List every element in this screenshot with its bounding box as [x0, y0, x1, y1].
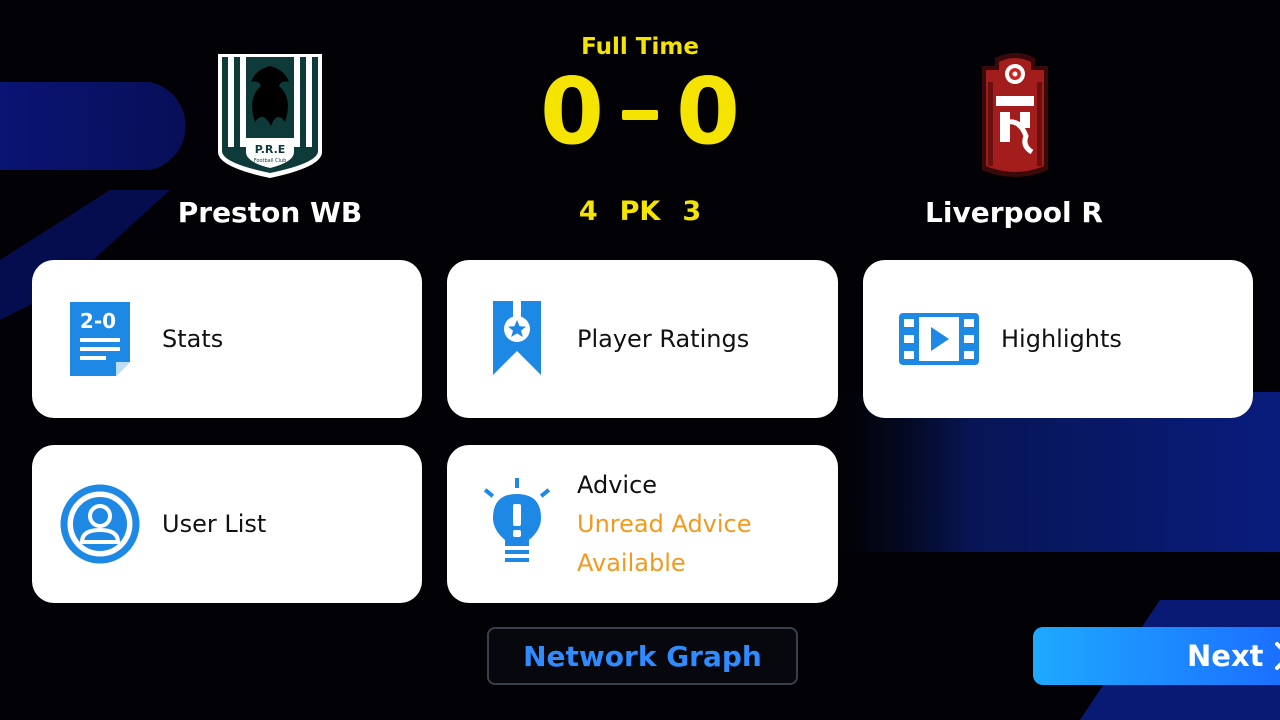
network-graph-button[interactable]: Network Graph [487, 627, 798, 685]
home-team-name: Preston WB [177, 196, 363, 229]
advice-status-line1: Unread Advice [577, 509, 752, 538]
scoreboard: 0 0 [490, 62, 790, 162]
highlights-card[interactable]: Highlights [863, 260, 1253, 418]
stats-label: Stats [162, 325, 224, 353]
player-ratings-label: Player Ratings [577, 325, 750, 353]
pk-away: 3 [682, 196, 702, 227]
next-label: Next [1187, 639, 1264, 673]
ribbon-star-icon [481, 299, 553, 379]
stats-document-icon: 2-0 [66, 299, 138, 379]
away-team-name: Liverpool R [925, 196, 1103, 229]
svg-text:2-0: 2-0 [80, 309, 116, 333]
advice-text: Advice Unread Advice Available [577, 466, 752, 583]
match-status: Full Time [581, 34, 699, 60]
next-button[interactable]: Next [1033, 627, 1280, 685]
away-team-crest [960, 52, 1070, 186]
film-play-icon [897, 299, 981, 379]
chevron-right-icon [1274, 642, 1280, 670]
user-circle-icon [60, 484, 140, 564]
pk-label: PK [619, 196, 661, 227]
pk-home: 4 [578, 196, 598, 227]
highlights-label: Highlights [1001, 325, 1122, 353]
penalty-score: 4 PK 3 [540, 196, 740, 227]
home-team-crest: P.R.E Football Club [215, 52, 325, 186]
advice-status-line2: Available [577, 548, 686, 577]
home-score: 0 [539, 58, 604, 165]
home-crest-icon: P.R.E Football Club [218, 54, 322, 178]
score-separator [622, 110, 658, 120]
advice-card[interactable]: Advice Unread Advice Available [447, 445, 838, 603]
lightbulb-exclamation-icon [481, 476, 553, 572]
user-list-card[interactable]: User List [32, 445, 422, 603]
svg-text:P.R.E: P.R.E [255, 143, 286, 156]
away-score: 0 [676, 58, 741, 165]
user-list-label: User List [162, 510, 267, 538]
stats-card[interactable]: 2-0 Stats [32, 260, 422, 418]
player-ratings-card[interactable]: Player Ratings [447, 260, 838, 418]
advice-label: Advice [577, 470, 658, 499]
svg-text:Football Club: Football Club [254, 158, 287, 164]
away-crest-icon [982, 53, 1048, 177]
